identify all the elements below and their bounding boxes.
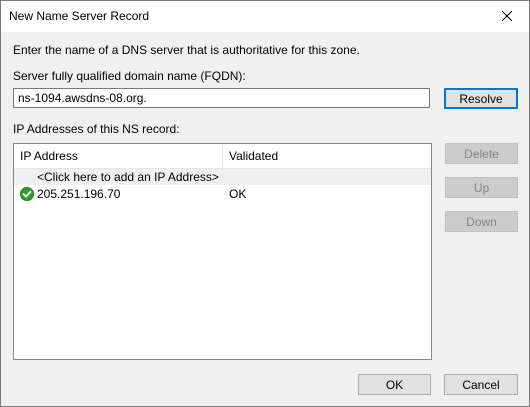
add-ip-text: <Click here to add an IP Address> [37,170,219,184]
check-circle-icon [20,187,34,201]
resolve-button[interactable]: Resolve [444,88,518,109]
column-header-ip[interactable]: IP Address [14,144,222,168]
close-icon [501,11,512,21]
table-row[interactable]: 205.251.196.70 OK [14,186,431,203]
ok-button[interactable]: OK [358,374,431,395]
up-button[interactable]: Up [445,177,518,198]
cancel-button[interactable]: Cancel [444,374,518,395]
add-ip-row[interactable]: <Click here to add an IP Address> [14,169,431,185]
down-button[interactable]: Down [445,211,518,232]
validated-cell: OK [229,187,247,201]
window-title: New Name Server Record [9,9,150,23]
ip-address-list[interactable]: IP Address Validated <Click here to add … [13,143,432,360]
ip-address-cell: 205.251.196.70 [37,187,121,201]
ip-section-label: IP Addresses of this NS record: [13,122,180,136]
column-header-validated[interactable]: Validated [223,144,431,168]
title-bar: New Name Server Record [1,1,529,32]
close-button[interactable] [484,1,529,31]
fqdn-input[interactable] [13,88,430,108]
intro-text: Enter the name of a DNS server that is a… [13,43,360,57]
dialog-window: New Name Server Record Enter the name of… [0,0,530,407]
fqdn-label: Server fully qualified domain name (FQDN… [13,69,246,83]
delete-button[interactable]: Delete [445,143,518,164]
list-header: IP Address Validated [14,144,431,169]
